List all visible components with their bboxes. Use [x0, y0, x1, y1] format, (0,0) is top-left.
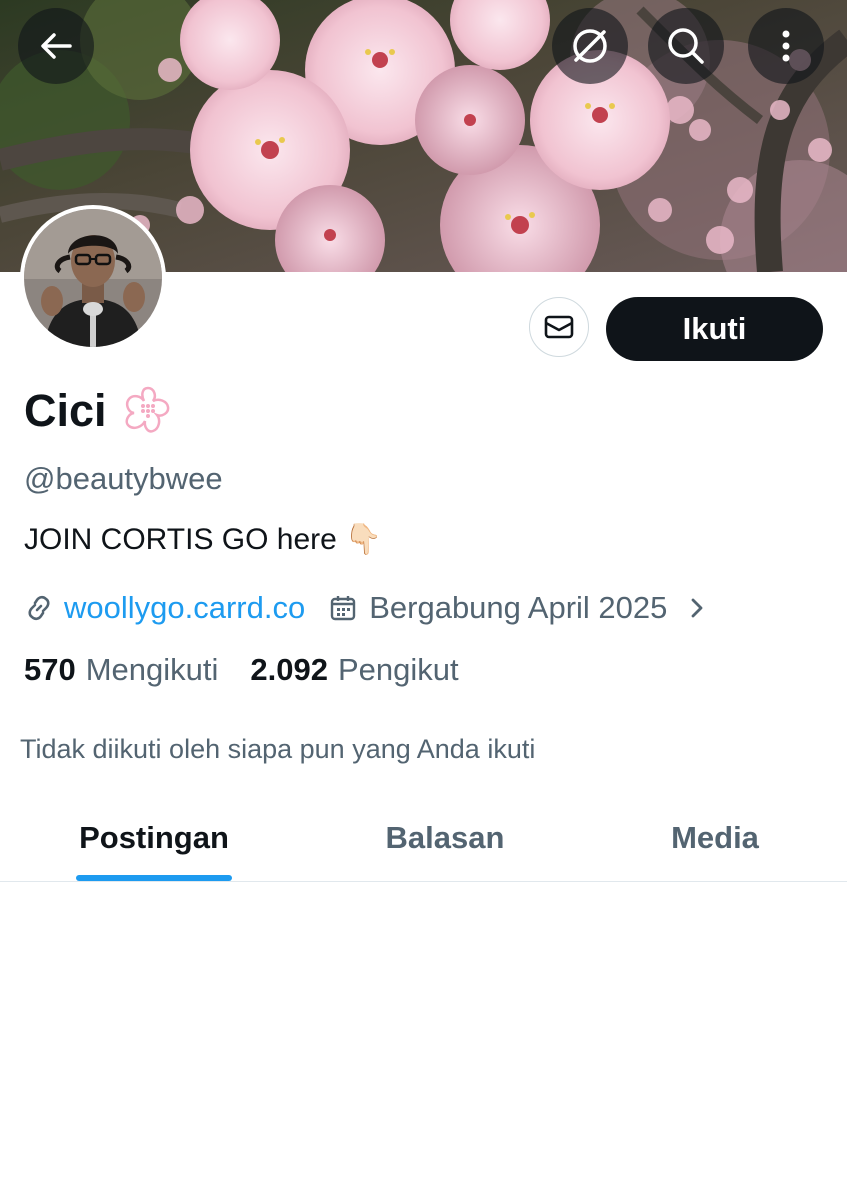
profile-website-link[interactable]: woollygo.carrd.co: [64, 590, 305, 626]
grok-icon: [573, 29, 607, 63]
bio: JOIN CORTIS GO here 👇🏻: [24, 522, 382, 557]
mail-icon: [544, 315, 574, 339]
avatar[interactable]: [20, 205, 166, 351]
avatar-image: [24, 209, 162, 347]
following-count: 570: [24, 652, 76, 687]
followers-stat[interactable]: 2.092 Pengikut: [250, 652, 458, 688]
display-name: Cici: [24, 385, 107, 436]
search-button[interactable]: [648, 8, 724, 84]
more-button[interactable]: [748, 8, 824, 84]
followers-you-know-note: Tidak diikuti oleh siapa pun yang Anda i…: [20, 734, 536, 764]
chevron-right-icon[interactable]: [685, 593, 709, 623]
followers-label: Pengikut: [338, 652, 459, 687]
joined-date: Bergabung April 2025: [369, 590, 668, 625]
bio-text: JOIN CORTIS GO here: [24, 522, 337, 556]
tab-postingan[interactable]: Postingan: [54, 795, 254, 881]
cherry-blossom-icon: [125, 386, 169, 433]
pointing-down-emoji: 👇🏻: [344, 523, 383, 556]
calendar-icon: [331, 596, 356, 621]
search-icon: [668, 28, 704, 64]
username-handle: @beautybwee: [24, 461, 223, 496]
back-button[interactable]: [18, 8, 94, 84]
following-label: Mengikuti: [85, 652, 219, 687]
tab-balasan[interactable]: Balasan: [345, 795, 545, 881]
followers-count: 2.092: [250, 652, 328, 687]
follow-button[interactable]: Ikuti: [606, 297, 823, 361]
more-vertical-icon: [782, 30, 790, 62]
profile-tabs: Postingan Balasan Media: [0, 795, 847, 882]
message-button[interactable]: [529, 297, 589, 357]
link-icon: [28, 595, 50, 621]
display-name-row: Cici: [24, 383, 175, 439]
active-tab-indicator: [76, 875, 232, 881]
following-stat[interactable]: 570 Mengikuti: [24, 652, 218, 688]
profile-meta: woollygo.carrd.co Bergabung April 2025: [24, 587, 709, 629]
follow-stats: 570 Mengikuti 2.092 Pengikut: [24, 652, 459, 688]
grok-button[interactable]: [552, 8, 628, 84]
tab-media[interactable]: Media: [615, 795, 815, 881]
arrow-left-icon: [41, 33, 72, 59]
